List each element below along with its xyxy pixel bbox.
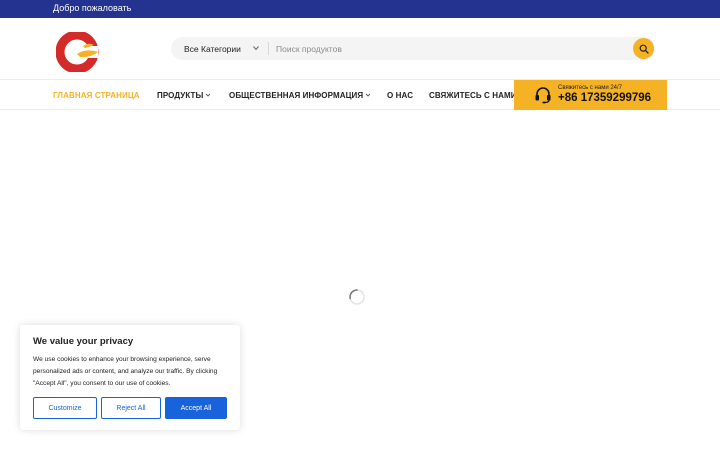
nav-item-label: ОБЩЕСТВЕННАЯ ИНФОРМАЦИЯ [229,90,364,100]
cookie-banner: We value your privacy We use cookies to … [20,325,240,430]
contact-box[interactable]: Свяжитесь с нами 24/7 +86 17359299796 [514,80,667,110]
nav-item-label: О НАС [387,90,414,100]
nav-item-label: ГЛАВНАЯ СТРАНИЦА [53,90,140,100]
cookie-title: We value your privacy [33,336,134,347]
search-bar: Все Категории [171,37,655,60]
nav-item-about[interactable]: О НАС [387,80,413,110]
loading-spinner-icon [349,289,365,305]
chevron-down-icon [253,46,259,51]
search-input[interactable] [271,37,629,60]
brand-logo-icon[interactable] [55,30,100,74]
top-bar: Добро пожаловать [0,0,720,18]
site-header: Все Категории [0,18,720,80]
headset-icon [535,87,551,104]
category-select[interactable]: Все Категории [171,37,268,60]
nav-item-label: ПРОДУКТЫ [157,90,204,100]
main-nav: ГЛАВНАЯ СТРАНИЦА ПРОДУКТЫ ОБЩЕСТВЕННАЯ И… [0,80,720,110]
cookie-text: We use cookies to enhance your browsing … [33,356,218,387]
chevron-down-icon [365,93,371,97]
search-icon [639,44,649,54]
reject-all-button[interactable]: Reject All [101,397,161,419]
contact-availability: Свяжитесь с нами 24/7 [558,85,623,91]
nav-item-public-info[interactable]: ОБЩЕСТВЕННАЯ ИНФОРМАЦИЯ [229,80,371,110]
accept-all-button[interactable]: Accept All [165,397,227,419]
customize-button[interactable]: Customize [33,397,97,419]
category-select-label: Все Категории [184,43,241,54]
nav-item-contact[interactable]: СВЯЖИТЕСЬ С НАМИ [429,80,517,110]
contact-phone[interactable]: +86 17359299796 [558,92,651,104]
nav-item-label: СВЯЖИТЕСЬ С НАМИ [429,90,517,100]
search-divider [268,42,269,55]
nav-item-products[interactable]: ПРОДУКТЫ [157,80,211,110]
search-button[interactable] [633,38,654,59]
nav-item-home[interactable]: ГЛАВНАЯ СТРАНИЦА [53,80,140,110]
chevron-down-icon [206,93,211,97]
welcome-text: Добро пожаловать [53,3,132,13]
